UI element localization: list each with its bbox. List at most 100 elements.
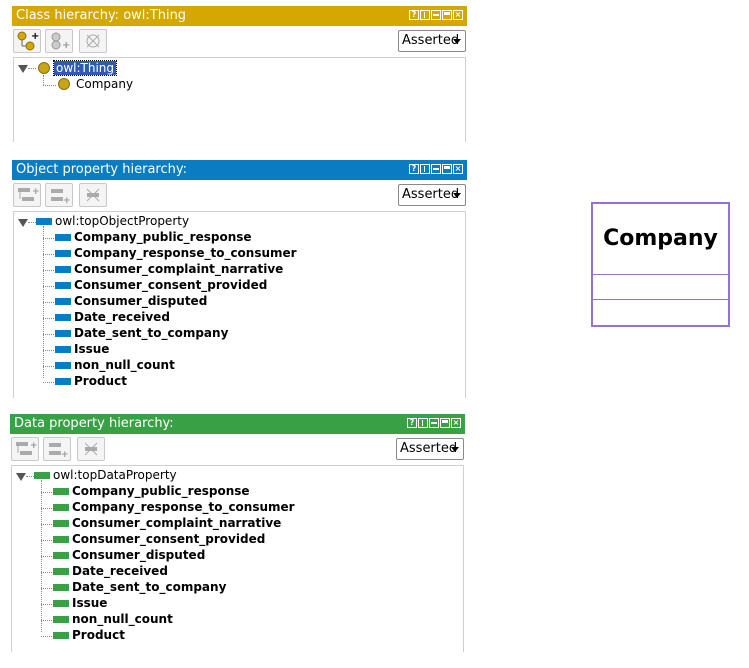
restore-icon[interactable]: [418, 418, 428, 428]
tree-item[interactable]: Consumer_complaint_narrative: [74, 262, 283, 276]
tree-root-owl-thing[interactable]: owl:Thing: [52, 60, 118, 76]
tree-line: [26, 476, 34, 477]
close-icon[interactable]: ×: [453, 10, 463, 20]
object-view-mode-select[interactable]: Asserted: [398, 184, 466, 206]
tree-item[interactable]: Issue: [74, 342, 109, 356]
class-hierarchy-title: Class hierarchy: owl:Thing: [16, 8, 187, 23]
data-property-icon: [53, 488, 69, 495]
tree-line: [43, 238, 54, 239]
svg-text:+: +: [61, 450, 69, 460]
delete-property-button[interactable]: [77, 437, 105, 461]
tree-item[interactable]: Company_response_to_consumer: [72, 500, 295, 514]
tree-item[interactable]: Consumer_complaint_narrative: [72, 516, 281, 530]
object-property-icon: [55, 362, 71, 369]
class-view-mode-select[interactable]: Asserted: [398, 30, 466, 52]
object-property-tree: owl:topObjectProperty Company_public_res…: [13, 211, 466, 398]
tree-item[interactable]: Product: [72, 628, 125, 642]
add-sub-property-button[interactable]: +: [11, 437, 39, 461]
data-property-tree: owl:topDataProperty Company_public_respo…: [11, 465, 464, 652]
expand-toggle-icon[interactable]: [16, 473, 26, 481]
maximize-icon[interactable]: [442, 164, 452, 174]
tree-line: [41, 540, 52, 541]
tree-item[interactable]: Issue: [72, 596, 107, 610]
tree-line: [28, 68, 36, 69]
tree-line: [43, 75, 44, 85]
delete-property-button[interactable]: [79, 183, 107, 207]
tree-item[interactable]: Product: [74, 374, 127, 388]
data-property-icon: [53, 600, 69, 607]
class-hierarchy-titlebar: Class hierarchy: owl:Thing ? ×: [12, 6, 467, 26]
close-icon[interactable]: ×: [451, 418, 461, 428]
object-property-icon: [36, 218, 52, 225]
data-property-toolbar: + + Asserted: [10, 434, 465, 464]
tree-root-top-data-property[interactable]: owl:topDataProperty: [53, 468, 177, 482]
expand-toggle-icon[interactable]: [18, 65, 28, 73]
tree-item[interactable]: Consumer_disputed: [74, 294, 207, 308]
tree-line: [43, 366, 54, 367]
delete-class-button[interactable]: [79, 29, 107, 53]
minimize-icon[interactable]: [431, 164, 441, 174]
class-hierarchy-panel: Class hierarchy: owl:Thing ? × + + Asser…: [12, 6, 467, 142]
tree-item[interactable]: Company_response_to_consumer: [74, 246, 297, 260]
tree-line: [43, 270, 54, 271]
restore-icon[interactable]: [420, 164, 430, 174]
add-sibling-property-button[interactable]: +: [45, 183, 73, 207]
class-view-mode-value: Asserted: [402, 33, 460, 48]
minimize-icon[interactable]: [429, 418, 439, 428]
tree-line: [41, 636, 52, 637]
class-toolbar: + + Asserted: [12, 26, 467, 56]
data-view-mode-select[interactable]: Asserted: [396, 438, 464, 460]
data-property-icon: [53, 520, 69, 527]
uml-class-name: Company: [593, 204, 728, 275]
tree-item[interactable]: Company_public_response: [74, 230, 252, 244]
chevron-down-icon: [453, 39, 461, 44]
tree-item-company[interactable]: Company: [76, 77, 133, 91]
add-subclass-icon: +: [17, 31, 39, 51]
tree-item[interactable]: Company_public_response: [72, 484, 250, 498]
tree-item[interactable]: Consumer_consent_provided: [72, 532, 265, 546]
restore-icon[interactable]: [420, 10, 430, 20]
help-icon[interactable]: ?: [409, 10, 419, 20]
tree-line: [43, 302, 54, 303]
tree-item[interactable]: Consumer_consent_provided: [74, 278, 267, 292]
object-property-icon: [55, 314, 71, 321]
tree-line: [41, 588, 52, 589]
data-property-icon: [53, 552, 69, 559]
maximize-icon[interactable]: [440, 418, 450, 428]
tree-root-top-object-property[interactable]: owl:topObjectProperty: [55, 214, 189, 228]
tree-line: [41, 524, 52, 525]
tree-item[interactable]: non_null_count: [72, 612, 173, 626]
data-property-icon: [53, 504, 69, 511]
window-buttons: ? ×: [409, 164, 463, 174]
tree-line: [43, 254, 54, 255]
minimize-icon[interactable]: [431, 10, 441, 20]
expand-toggle-icon[interactable]: [18, 219, 28, 227]
data-property-icon: [34, 472, 50, 479]
maximize-icon[interactable]: [442, 10, 452, 20]
tree-line: [41, 508, 52, 509]
help-icon[interactable]: ?: [407, 418, 417, 428]
add-sibling-class-button[interactable]: +: [45, 29, 73, 53]
add-subclass-button[interactable]: +: [13, 29, 41, 53]
tree-item[interactable]: Date_sent_to_company: [72, 580, 226, 594]
object-property-icon: [55, 330, 71, 337]
uml-class-box[interactable]: Company: [591, 202, 730, 327]
uml-operations-compartment: [593, 300, 728, 325]
window-buttons: ? ×: [407, 418, 461, 428]
object-property-icon: [55, 266, 71, 273]
tree-item[interactable]: Date_received: [74, 310, 170, 324]
tree-line: [43, 382, 54, 383]
add-sub-property-button[interactable]: +: [13, 183, 41, 207]
tree-item[interactable]: Date_received: [72, 564, 168, 578]
data-property-icon: [53, 568, 69, 575]
object-property-icon: [55, 234, 71, 241]
data-view-mode-value: Asserted: [400, 441, 458, 456]
close-icon[interactable]: ×: [453, 164, 463, 174]
tree-item[interactable]: Date_sent_to_company: [74, 326, 228, 340]
help-icon[interactable]: ?: [409, 164, 419, 174]
tree-line: [41, 572, 52, 573]
tree-item[interactable]: Consumer_disputed: [72, 548, 205, 562]
tree-line: [41, 556, 52, 557]
tree-item[interactable]: non_null_count: [74, 358, 175, 372]
add-sibling-property-button[interactable]: +: [43, 437, 71, 461]
